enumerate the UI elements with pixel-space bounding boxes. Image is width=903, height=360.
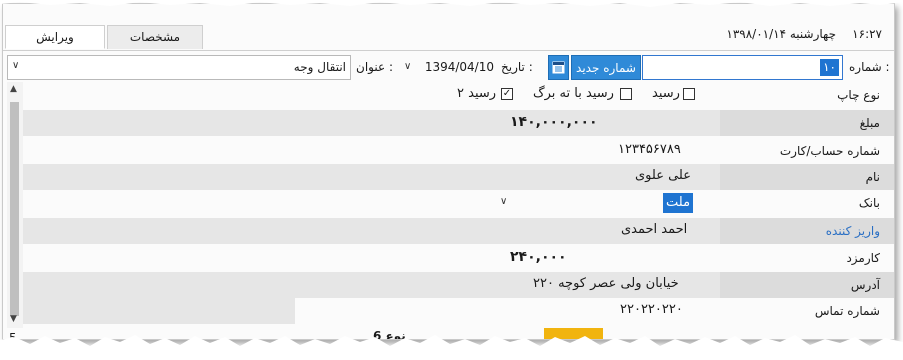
date-picker[interactable]: ∨ 1394/04/10 [399,55,497,80]
grid-label-cell: واریز کننده [720,218,894,244]
header-date: چهارشنبه ۱۳۹۸/۰۱/۱۴ [726,27,836,41]
cell-shade [23,298,295,324]
print-option-label: رسید [652,86,680,101]
grid-value-cell[interactable]: احمد احمدی [23,218,720,244]
strip-left-text: 5 [9,331,17,340]
name-value: علی علوی [635,168,691,183]
number-input[interactable]: ۱۰ [642,55,843,80]
tab-specifications[interactable]: مشخصات [107,25,203,49]
grid-label: نوع چاپ [837,88,880,102]
phone-value: ۲۲۰۲۲۰۲۲۰ [620,302,683,317]
grid-label: نام [865,170,880,184]
print-option-2-receipts-checkbox[interactable]: ✓ [501,88,513,100]
fee-value: ۲۴۰,۰۰۰ [510,249,567,265]
chevron-down-icon: ∨ [404,61,412,72]
grid-row-depositor[interactable]: احمد احمدی واریز کننده [23,218,894,244]
grid-label: بانک [858,196,880,210]
depositor-value: احمد احمدی [621,222,688,237]
grid-value-cell[interactable]: ۱۴۰,۰۰۰,۰۰۰ [23,110,720,136]
number-label: شماره : [849,60,890,74]
address-value: خیابان ولی عصر کوچه ۲۲۰ [533,276,679,291]
vertical-scrollbar[interactable]: ▲ ▼ [7,82,23,328]
form-window: چهارشنبه ۱۳۹۸/۰۱/۱۴ ۱۶:۲۷ ویرایش مشخصات … [2,3,895,340]
grid-row-account[interactable]: ۱۲۳۴۵۶۷۸۹ شماره حساب/کارت [23,138,894,164]
grid-label: مبلغ [859,116,880,130]
calendar-icon [552,61,565,74]
grid-value-cell[interactable]: خیابان ولی عصر کوچه ۲۲۰ [23,272,720,298]
grid-label-cell: آدرس [720,272,894,298]
scroll-down-icon[interactable]: ▼ [10,314,17,324]
grid-label-cell: کارمزد [720,245,894,271]
bank-dropdown[interactable]: ∨ ملت [23,190,720,216]
print-options: ۲ رسید ✓ رسید با ته برگ رسید [23,82,720,108]
title-dropdown[interactable]: ∨ انتقال وجه [7,55,351,80]
scroll-up-icon[interactable]: ▲ [10,84,17,94]
grid-row-name[interactable]: علی علوی نام [23,164,894,190]
tab-edit[interactable]: ویرایش [5,25,105,49]
grid-value-cell[interactable]: ۲۴۰,۰۰۰ [23,245,720,271]
chevron-down-icon: ∨ [12,60,20,71]
strip-text: نوع 6 [373,329,406,340]
grid-row-address[interactable]: خیابان ولی عصر کوچه ۲۲۰ آدرس [23,272,894,298]
thumbnail-image [544,328,603,339]
bank-value: ملت [663,193,694,213]
date-label: تاریخ : [501,60,533,74]
grid-row-phone[interactable]: ۲۲۰۲۲۰۲۲۰ شماره تماس [23,298,894,324]
title-value: انتقال وجه [293,60,346,74]
grid-row-amount[interactable]: ۱۴۰,۰۰۰,۰۰۰ مبلغ [23,110,894,136]
chevron-down-icon: ∨ [500,196,508,207]
date-value: 1394/04/10 [424,60,494,74]
grid-value-cell[interactable]: ۲۲۰۲۲۰۲۲۰ [23,298,720,324]
grid-label: واریز کننده [825,224,880,238]
calendar-button[interactable] [548,55,569,80]
number-value: ۱۰ [820,59,839,76]
bottom-strip: 5 نوع 6 [3,328,894,340]
grid-label-cell: نام [720,164,894,190]
grid-label-cell: شماره تماس [720,298,894,324]
grid-label: کارمزد [846,251,880,265]
grid-label: آدرس [850,278,880,292]
amount-value: ۱۴۰,۰۰۰,۰۰۰ [510,114,598,130]
grid-row-print-type: ۲ رسید ✓ رسید با ته برگ رسید نوع چاپ [23,82,894,108]
property-grid: ▲ ▼ ۲ رسید ✓ رسید با ته برگ رسید نوع چاپ… [3,82,894,328]
account-value: ۱۲۳۴۵۶۷۸۹ [618,142,681,157]
grid-label: شماره تماس [814,304,880,318]
print-option-label: ۲ رسید [457,86,497,101]
scrollbar-thumb[interactable] [10,102,19,316]
new-number-button[interactable]: شماره جدید [571,55,641,80]
print-option-receipt-checkbox[interactable] [683,88,695,100]
toolbar: ∨ انتقال وجه عنوان : ∨ 1394/04/10 تاریخ … [3,50,894,80]
grid-label-cell: بانک [720,190,894,216]
grid-label: شماره حساب/کارت [779,144,880,158]
title-label: عنوان : [356,60,393,74]
grid-label-cell: نوع چاپ [720,82,894,108]
grid-value-cell[interactable]: علی علوی [23,164,720,190]
grid-row-bank[interactable]: ∨ ملت بانک [23,190,894,216]
grid-label-cell: مبلغ [720,110,894,136]
grid-value-cell[interactable]: ۱۲۳۴۵۶۷۸۹ [23,138,720,164]
grid-label-cell: شماره حساب/کارت [720,138,894,164]
header-time: ۱۶:۲۷ [852,27,882,41]
grid-row-fee[interactable]: ۲۴۰,۰۰۰ کارمزد [23,245,894,271]
print-option-label: رسید با ته برگ [533,86,614,101]
print-option-receipt-stub-checkbox[interactable] [620,88,632,100]
